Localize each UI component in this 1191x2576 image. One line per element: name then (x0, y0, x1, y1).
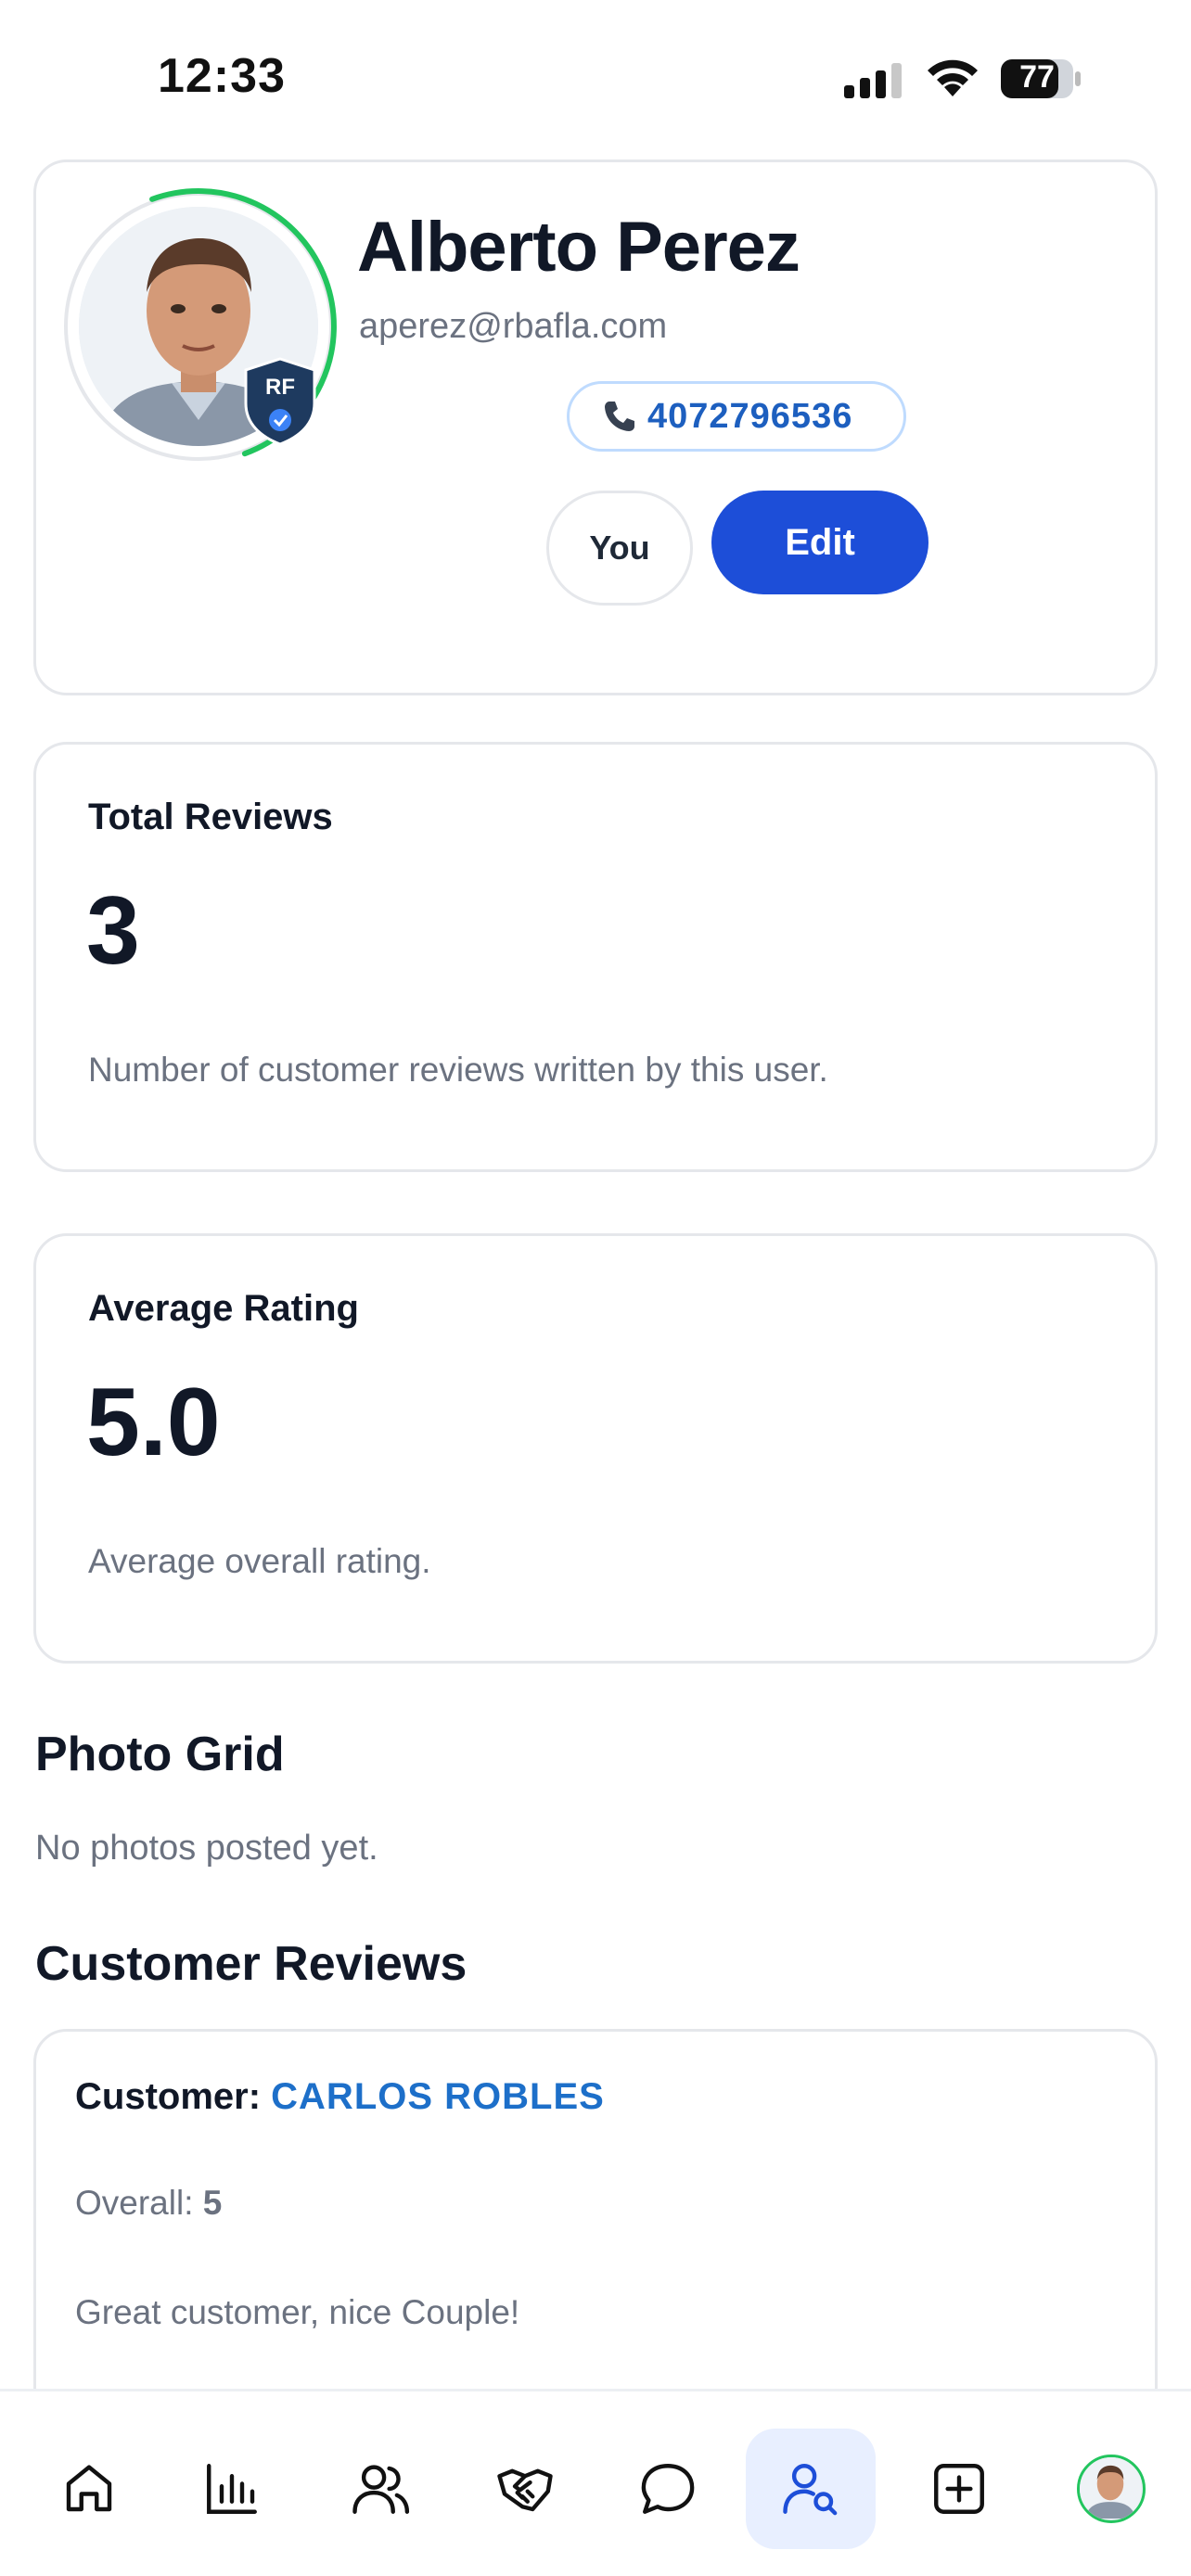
wifi-icon (928, 59, 978, 96)
bar-chart-icon (207, 2464, 257, 2514)
total-reviews-description: Number of customer reviews written by th… (88, 1051, 828, 1089)
overall-value: 5 (202, 2184, 223, 2222)
users-icon (352, 2465, 410, 2514)
total-reviews-card: Total Reviews 3 Number of customer revie… (33, 742, 1158, 1172)
tab-stats[interactable] (167, 2429, 297, 2549)
handshake-icon (497, 2468, 553, 2512)
customer-reviews-title: Customer Reviews (35, 1937, 467, 1991)
review-overall: Overall: 5 (75, 2184, 222, 2223)
profile-avatar (1077, 2455, 1146, 2523)
average-rating-label: Average Rating (88, 1288, 359, 1329)
status-time: 12:33 (158, 49, 286, 103)
tab-profile[interactable] (1046, 2429, 1176, 2549)
referral-fee-badge-icon: RF (244, 357, 316, 446)
phone-button[interactable]: 4072796536 (567, 381, 906, 452)
battery-level: 77 (1019, 59, 1055, 95)
customer-label: Customer: (75, 2076, 262, 2117)
customer-name-link[interactable]: CARLOS ROBLES (271, 2076, 605, 2117)
phone-icon (605, 402, 634, 431)
tab-add[interactable] (894, 2429, 1024, 2549)
tab-home[interactable] (24, 2429, 154, 2549)
profile-email: aperez@rbafla.com (359, 307, 668, 346)
average-rating-value: 5.0 (86, 1369, 221, 1476)
home-icon (66, 2465, 112, 2512)
tab-deals[interactable] (460, 2429, 590, 2549)
tab-users[interactable] (315, 2429, 445, 2549)
profile-card: RF Alberto Perez aperez@rbafla.com 40727… (33, 159, 1158, 695)
user-search-icon (783, 2464, 838, 2516)
status-bar: 12:33 77 (0, 0, 1191, 148)
tab-messages[interactable] (603, 2429, 733, 2549)
bottom-tab-bar (0, 2389, 1191, 2576)
cellular-signal-icon (844, 63, 902, 98)
phone-number: 4072796536 (647, 396, 853, 436)
tab-find-users[interactable] (746, 2429, 876, 2549)
overall-label: Overall: (75, 2184, 194, 2222)
review-comment: Great customer, nice Couple! (75, 2293, 520, 2331)
review-card: Customer: CARLOS ROBLES Overall: 5 Great… (33, 2029, 1158, 2437)
chat-bubble-icon (641, 2464, 695, 2514)
plus-square-icon (934, 2464, 984, 2514)
average-rating-description: Average overall rating. (88, 1542, 431, 1580)
svg-text:RF: RF (265, 375, 295, 400)
photo-grid-empty: No photos posted yet. (35, 1829, 378, 1868)
profile-avatar-photo (1080, 2457, 1141, 2519)
edit-button[interactable]: Edit (711, 491, 928, 594)
photo-grid-title: Photo Grid (35, 1728, 285, 1781)
review-customer: Customer: CARLOS ROBLES (75, 2076, 605, 2118)
average-rating-card: Average Rating 5.0 Average overall ratin… (33, 1233, 1158, 1664)
you-badge: You (546, 491, 693, 606)
profile-name: Alberto Perez (357, 208, 800, 287)
total-reviews-label: Total Reviews (88, 797, 333, 837)
total-reviews-value: 3 (86, 877, 140, 985)
